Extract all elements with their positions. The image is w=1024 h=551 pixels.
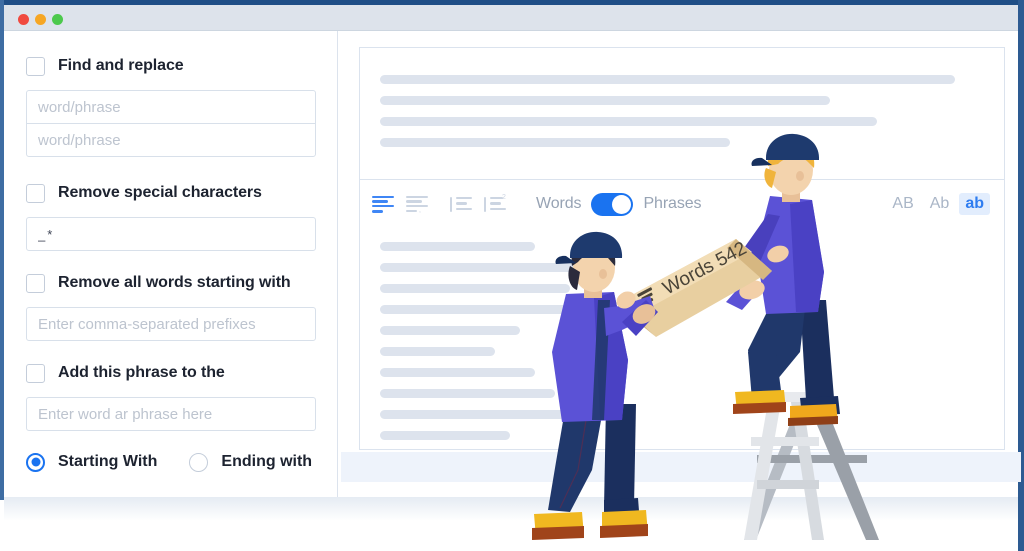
close-button[interactable]	[18, 14, 29, 25]
option-add-this-phrase-to-the[interactable]: Add this phrase to the	[4, 360, 337, 386]
checkbox-remove-special-characters[interactable]	[26, 183, 45, 203]
skeleton-line	[380, 389, 555, 398]
prefixes-input[interactable]	[26, 307, 316, 341]
maximize-button[interactable]	[52, 14, 63, 25]
checkbox-add-this-phrase-to-the[interactable]	[26, 363, 45, 383]
toggle-label-words[interactable]: Words	[536, 195, 582, 213]
list-numbered-icon[interactable]: 2	[484, 194, 506, 213]
option-label: Find and replace	[58, 57, 184, 74]
editor-main: , 2 Words Phrases AB Ab ab	[339, 31, 1018, 497]
option-remove-all-words-starting-with[interactable]: Remove all words starting with	[4, 270, 337, 296]
case-button-lowercase[interactable]: ab	[959, 193, 990, 215]
switch-knob	[612, 194, 632, 214]
skeleton-line	[380, 242, 535, 251]
words-phrases-toggle-group: Words Phrases	[536, 192, 702, 216]
toggle-label-phrases[interactable]: Phrases	[643, 195, 701, 213]
skeleton-line	[380, 305, 595, 314]
window-drop-shadow	[4, 497, 1018, 521]
option-remove-special-characters[interactable]: Remove special characters	[4, 180, 337, 206]
skeleton-line	[380, 347, 495, 356]
case-button-uppercase[interactable]: AB	[886, 193, 919, 215]
option-label: Remove all words starting with	[58, 274, 291, 291]
replace-input[interactable]	[26, 123, 316, 157]
editor-panel: , 2 Words Phrases AB Ab ab	[359, 179, 1005, 450]
window-frame-right	[1018, 0, 1024, 551]
option-find-and-replace[interactable]: Find and replace	[4, 53, 337, 79]
window-body: Find and replace Remove special characte…	[4, 31, 1018, 497]
case-button-group: AB Ab ab	[882, 193, 990, 215]
skeleton-line	[380, 431, 510, 440]
special-chars-input[interactable]	[26, 217, 316, 251]
option-label: Remove special characters	[58, 184, 262, 201]
radio-label-ending-with: Ending with	[221, 453, 313, 470]
window-titlebar	[4, 5, 1018, 31]
skeleton-line	[380, 117, 877, 126]
checkbox-remove-all-words-starting-with[interactable]	[26, 273, 45, 293]
phrase-input[interactable]	[26, 397, 316, 431]
minimize-button[interactable]	[35, 14, 46, 25]
radio-ending-with[interactable]	[189, 452, 209, 472]
skeleton-line	[380, 138, 730, 147]
document-preview-panel	[359, 47, 1005, 180]
skeleton-line	[380, 75, 955, 84]
editor-toolbar: , 2 Words Phrases AB Ab ab	[360, 180, 1004, 228]
skeleton-line	[380, 368, 535, 377]
app-window: Find and replace Remove special characte…	[0, 0, 1024, 551]
words-phrases-switch[interactable]	[591, 192, 634, 216]
case-button-titlecase[interactable]: Ab	[924, 193, 956, 215]
skeleton-line	[380, 284, 570, 293]
skeleton-line	[380, 326, 520, 335]
find-input[interactable]	[26, 90, 316, 124]
align-left-icon[interactable]	[372, 195, 394, 213]
align-left-comma-icon[interactable]: ,	[406, 195, 428, 214]
position-radio-group: Starting With Ending with	[4, 450, 337, 474]
radio-label-starting-with: Starting With	[58, 453, 158, 470]
skeleton-line	[380, 410, 570, 419]
skeleton-line	[380, 263, 590, 272]
radio-starting-with[interactable]	[26, 452, 45, 472]
skeleton-line	[380, 96, 830, 105]
option-label: Add this phrase to the	[58, 364, 225, 381]
list-lines-icon[interactable]	[450, 196, 472, 213]
checkbox-find-and-replace[interactable]	[26, 56, 45, 76]
options-sidebar: Find and replace Remove special characte…	[4, 31, 338, 497]
